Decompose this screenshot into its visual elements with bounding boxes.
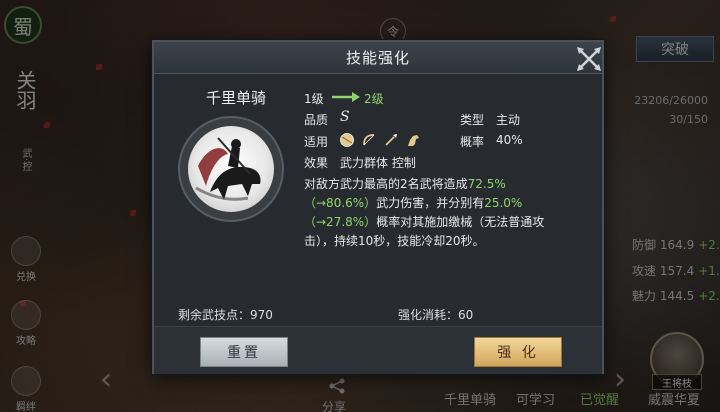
close-icon bbox=[577, 47, 601, 71]
skill-icon-frame bbox=[178, 116, 284, 222]
remaining-skill-points: 剩余武技点：970 bbox=[178, 308, 273, 322]
skill-enhance-dialog: 技能强化 千里单骑 1级 2级 品质 S 类型 主动 适用 概率 40% 效果 … bbox=[152, 40, 604, 374]
dialog-header: 技能强化 bbox=[154, 42, 602, 74]
quality-label: 品质 bbox=[304, 113, 329, 127]
spear-icon bbox=[383, 132, 399, 148]
arrow-right-icon bbox=[332, 92, 360, 102]
horse-icon bbox=[405, 132, 421, 148]
bow-icon bbox=[361, 132, 377, 148]
effect-label: 效果 bbox=[304, 156, 329, 170]
enhance-button[interactable]: 强 化 bbox=[474, 337, 562, 367]
type-label: 类型 bbox=[460, 113, 485, 127]
enhance-cost: 强化消耗：60 bbox=[398, 308, 474, 322]
skill-description: 对敌方武力最高的2名武将造成72.5% （→80.6%）武力伤害，并分别有25.… bbox=[304, 177, 545, 248]
chance-label: 概率 bbox=[460, 135, 485, 149]
level-to: 2级 bbox=[364, 92, 384, 106]
quality-value: S bbox=[340, 109, 350, 125]
skill-rider-icon bbox=[188, 126, 274, 212]
type-value: 主动 bbox=[496, 113, 521, 127]
reset-button[interactable]: 重置 bbox=[200, 337, 288, 367]
dialog-footer: 重置 强 化 bbox=[154, 326, 602, 374]
applicable-icons bbox=[339, 132, 421, 148]
level-from: 1级 bbox=[304, 92, 324, 106]
dialog-title: 技能强化 bbox=[345, 49, 410, 67]
effect-value: 武力群体 控制 bbox=[340, 156, 416, 170]
applicable-label: 适用 bbox=[304, 135, 329, 149]
shield-icon bbox=[339, 132, 355, 148]
chance-value: 40% bbox=[496, 133, 523, 147]
close-button[interactable] bbox=[572, 42, 606, 76]
skill-name: 千里单骑 bbox=[205, 89, 266, 107]
